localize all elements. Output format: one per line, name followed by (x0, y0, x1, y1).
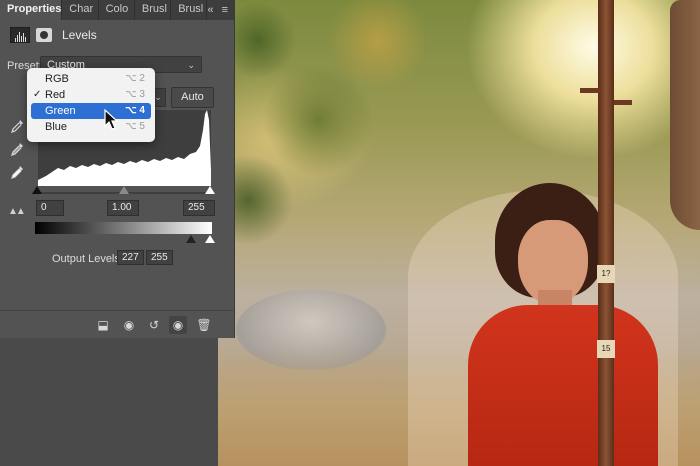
menu-item-label: Red (45, 89, 66, 101)
menu-item-shortcut: ⌥ 5 (125, 121, 145, 132)
eyedropper-gray-icon[interactable] (9, 141, 25, 157)
eyedropper-white-icon[interactable] (9, 164, 25, 180)
photo-dress (468, 305, 658, 466)
menu-item-label: Blue (45, 121, 68, 133)
input-black-field[interactable]: 0 (36, 200, 64, 216)
mouse-pointer-icon (104, 109, 118, 130)
menu-item-rgb[interactable]: RGB ⌥ 2 (27, 71, 155, 87)
tab-brush-settings[interactable]: Brusl (171, 0, 208, 20)
levels-icon[interactable] (10, 27, 30, 43)
tab-character[interactable]: Char (62, 0, 99, 20)
properties-panel: Properties Char Colo Brusl Brusl « ≡ Lev… (0, 0, 235, 338)
instrument-band: 15 (597, 340, 615, 358)
photo-tree-trunk (670, 0, 700, 230)
auto-button[interactable]: Auto (171, 87, 214, 108)
output-gradient (35, 222, 212, 234)
tab-color[interactable]: Colo (99, 0, 135, 20)
tab-brush[interactable]: Brusl (135, 0, 172, 20)
instrument-band-label: 1? (601, 269, 611, 278)
panel-menu-icon[interactable]: ≡ (222, 4, 228, 16)
menu-item-red[interactable]: ✓ Red ⌥ 3 (27, 87, 155, 103)
menu-item-blue[interactable]: Blue ⌥ 5 (27, 119, 155, 135)
input-black-slider[interactable] (32, 186, 42, 194)
output-black-slider[interactable] (186, 235, 196, 243)
instrument-band: 1? (597, 265, 615, 283)
photo-instrument: 1? 15 (597, 0, 615, 466)
canvas-photo: 1? 15 (218, 0, 700, 466)
output-white-field[interactable]: 255 (146, 250, 173, 265)
eyedropper-black-icon[interactable] (9, 118, 25, 134)
output-black-field[interactable]: 227 (117, 250, 144, 265)
menu-item-green[interactable]: Green ⌥ 4 (31, 103, 151, 119)
channel-dropdown-menu: RGB ⌥ 2 ✓ Red ⌥ 3 Green ⌥ 4 Blue ⌥ 5 (27, 68, 155, 142)
visibility-icon[interactable]: ◉ (169, 316, 187, 334)
output-white-slider[interactable] (205, 235, 215, 243)
input-gamma-field[interactable]: 1.00 (107, 200, 139, 216)
trash-icon[interactable]: 🗑 (195, 316, 213, 334)
chevron-down-icon: ⌄ (187, 60, 195, 70)
menu-item-label: Green (45, 105, 76, 117)
tab-controls: « ≡ (207, 0, 234, 20)
instrument-peg (580, 88, 600, 93)
input-white-slider[interactable] (205, 186, 215, 194)
instrument-peg (614, 100, 632, 105)
menu-item-label: RGB (45, 73, 69, 85)
tab-properties[interactable]: Properties (0, 0, 63, 20)
clip-to-layer-icon[interactable]: ⬓ (94, 316, 112, 334)
panel-tab-bar: Properties Char Colo Brusl Brusl « ≡ (0, 0, 234, 20)
collapse-icon[interactable]: « (207, 4, 213, 16)
panel-footer: ⬓ ◉ ↺ ◉ 🗑 (0, 310, 234, 339)
reset-icon[interactable]: ↺ (145, 316, 163, 334)
panel-header: Levels (10, 27, 97, 43)
menu-item-shortcut: ⌥ 3 (125, 89, 145, 100)
panel-title: Levels (62, 28, 97, 42)
checkmark-icon: ✓ (33, 89, 42, 100)
input-white-field[interactable]: 255 (183, 200, 215, 216)
clip-warning-icon[interactable]: ▲▲ (8, 206, 26, 217)
view-previous-icon[interactable]: ◉ (120, 316, 138, 334)
menu-item-shortcut: ⌥ 2 (125, 73, 145, 84)
menu-item-shortcut: ⌥ 4 (125, 105, 145, 116)
mask-icon[interactable] (36, 28, 52, 42)
output-levels-label: Output Levels: (52, 253, 123, 265)
input-gamma-slider[interactable] (119, 186, 129, 194)
instrument-band-label: 15 (601, 344, 611, 353)
